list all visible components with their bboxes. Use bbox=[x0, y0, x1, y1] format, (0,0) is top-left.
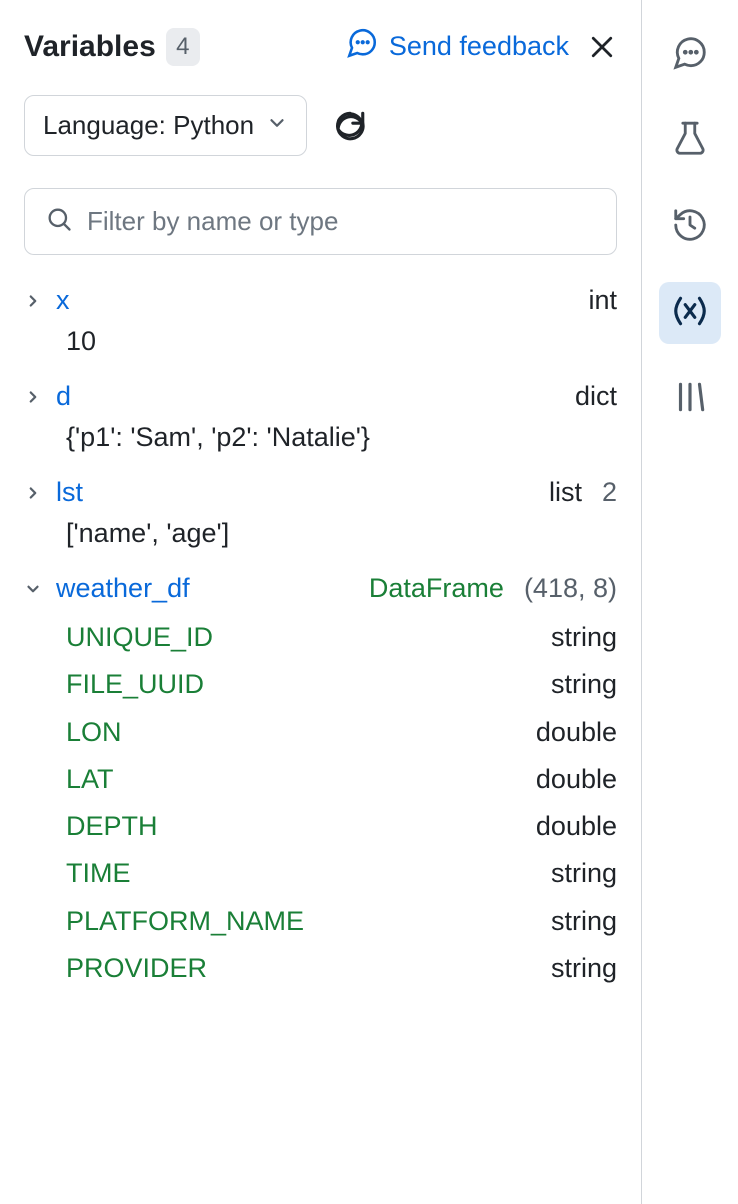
comment-dots-icon bbox=[345, 26, 379, 67]
column-type: string bbox=[551, 898, 617, 945]
variables-icon bbox=[671, 292, 709, 335]
column-row[interactable]: DEPTH double bbox=[66, 803, 617, 850]
column-type: double bbox=[536, 756, 617, 803]
feedback-label: Send feedback bbox=[389, 31, 569, 62]
column-row[interactable]: FILE_UUID string bbox=[66, 661, 617, 708]
column-name: DEPTH bbox=[66, 803, 158, 850]
column-name: UNIQUE_ID bbox=[66, 614, 213, 661]
side-columns-button[interactable] bbox=[659, 368, 721, 430]
send-feedback-link[interactable]: Send feedback bbox=[345, 26, 569, 67]
variables-panel: Variables 4 Send feedback bbox=[0, 0, 642, 1204]
column-row[interactable]: PROVIDER string bbox=[66, 945, 617, 992]
variable-header[interactable]: weather_df DataFrame (418, 8) bbox=[24, 573, 617, 604]
variable-item: weather_df DataFrame (418, 8) UNIQUE_ID … bbox=[24, 573, 617, 992]
variable-list: x int 10 d dict {'p1': 'Sam', 'p2': 'Nat… bbox=[24, 285, 617, 1204]
header-actions: Send feedback bbox=[345, 26, 617, 67]
variable-type: dict bbox=[575, 381, 617, 412]
variable-name: lst bbox=[56, 477, 83, 508]
close-button[interactable] bbox=[587, 32, 617, 62]
variable-count-badge: 4 bbox=[166, 28, 200, 66]
chevron-right-icon bbox=[24, 292, 46, 310]
column-name: FILE_UUID bbox=[66, 661, 204, 708]
column-type: double bbox=[536, 803, 617, 850]
variable-meta: (418, 8) bbox=[524, 573, 617, 604]
chevron-right-icon bbox=[24, 388, 46, 406]
column-row[interactable]: LON double bbox=[66, 709, 617, 756]
side-beaker-button[interactable] bbox=[659, 110, 721, 172]
language-label: Language: Python bbox=[43, 110, 254, 141]
search-icon bbox=[45, 205, 73, 238]
variable-item: lst list 2 ['name', 'age'] bbox=[24, 477, 617, 549]
history-icon bbox=[671, 206, 709, 249]
variable-value: ['name', 'age'] bbox=[66, 518, 617, 549]
column-row[interactable]: LAT double bbox=[66, 756, 617, 803]
side-toolbar bbox=[642, 0, 738, 1204]
variable-header[interactable]: lst list 2 bbox=[24, 477, 617, 508]
variable-type: list bbox=[549, 477, 582, 508]
variable-value: {'p1': 'Sam', 'p2': 'Natalie'} bbox=[66, 422, 617, 453]
column-type: string bbox=[551, 614, 617, 661]
variable-header[interactable]: x int bbox=[24, 285, 617, 316]
variable-kind: DataFrame bbox=[369, 573, 504, 604]
variable-name: weather_df bbox=[56, 573, 190, 604]
column-type: string bbox=[551, 661, 617, 708]
variable-meta: 2 bbox=[602, 477, 617, 508]
column-row[interactable]: PLATFORM_NAME string bbox=[66, 898, 617, 945]
variable-value: 10 bbox=[66, 326, 617, 357]
variable-header[interactable]: d dict bbox=[24, 381, 617, 412]
title-group: Variables 4 bbox=[24, 28, 200, 66]
variable-item: x int 10 bbox=[24, 285, 617, 357]
refresh-button[interactable] bbox=[327, 103, 373, 149]
toolbar: Language: Python bbox=[24, 95, 617, 156]
language-select[interactable]: Language: Python bbox=[24, 95, 307, 156]
column-name: TIME bbox=[66, 850, 131, 897]
variable-name: d bbox=[56, 381, 71, 412]
chevron-down-icon bbox=[266, 110, 288, 141]
column-type: double bbox=[536, 709, 617, 756]
column-type: string bbox=[551, 945, 617, 992]
panel-header: Variables 4 Send feedback bbox=[24, 26, 617, 67]
column-name: LAT bbox=[66, 756, 114, 803]
variable-type: int bbox=[588, 285, 617, 316]
filter-input[interactable] bbox=[87, 206, 596, 237]
column-name: LON bbox=[66, 709, 122, 756]
comment-icon bbox=[671, 34, 709, 77]
column-type: string bbox=[551, 850, 617, 897]
column-row[interactable]: UNIQUE_ID string bbox=[66, 614, 617, 661]
side-comment-button[interactable] bbox=[659, 24, 721, 86]
dataframe-columns: UNIQUE_ID string FILE_UUID string LON do… bbox=[66, 614, 617, 992]
beaker-icon bbox=[671, 120, 709, 163]
chevron-down-icon bbox=[24, 580, 46, 598]
variable-name: x bbox=[56, 285, 70, 316]
side-variables-button[interactable] bbox=[659, 282, 721, 344]
column-row[interactable]: TIME string bbox=[66, 850, 617, 897]
column-name: PLATFORM_NAME bbox=[66, 898, 304, 945]
columns-icon bbox=[671, 378, 709, 421]
chevron-right-icon bbox=[24, 484, 46, 502]
filter-box[interactable] bbox=[24, 188, 617, 255]
panel-title: Variables bbox=[24, 30, 156, 64]
variable-item: d dict {'p1': 'Sam', 'p2': 'Natalie'} bbox=[24, 381, 617, 453]
column-name: PROVIDER bbox=[66, 945, 207, 992]
side-history-button[interactable] bbox=[659, 196, 721, 258]
